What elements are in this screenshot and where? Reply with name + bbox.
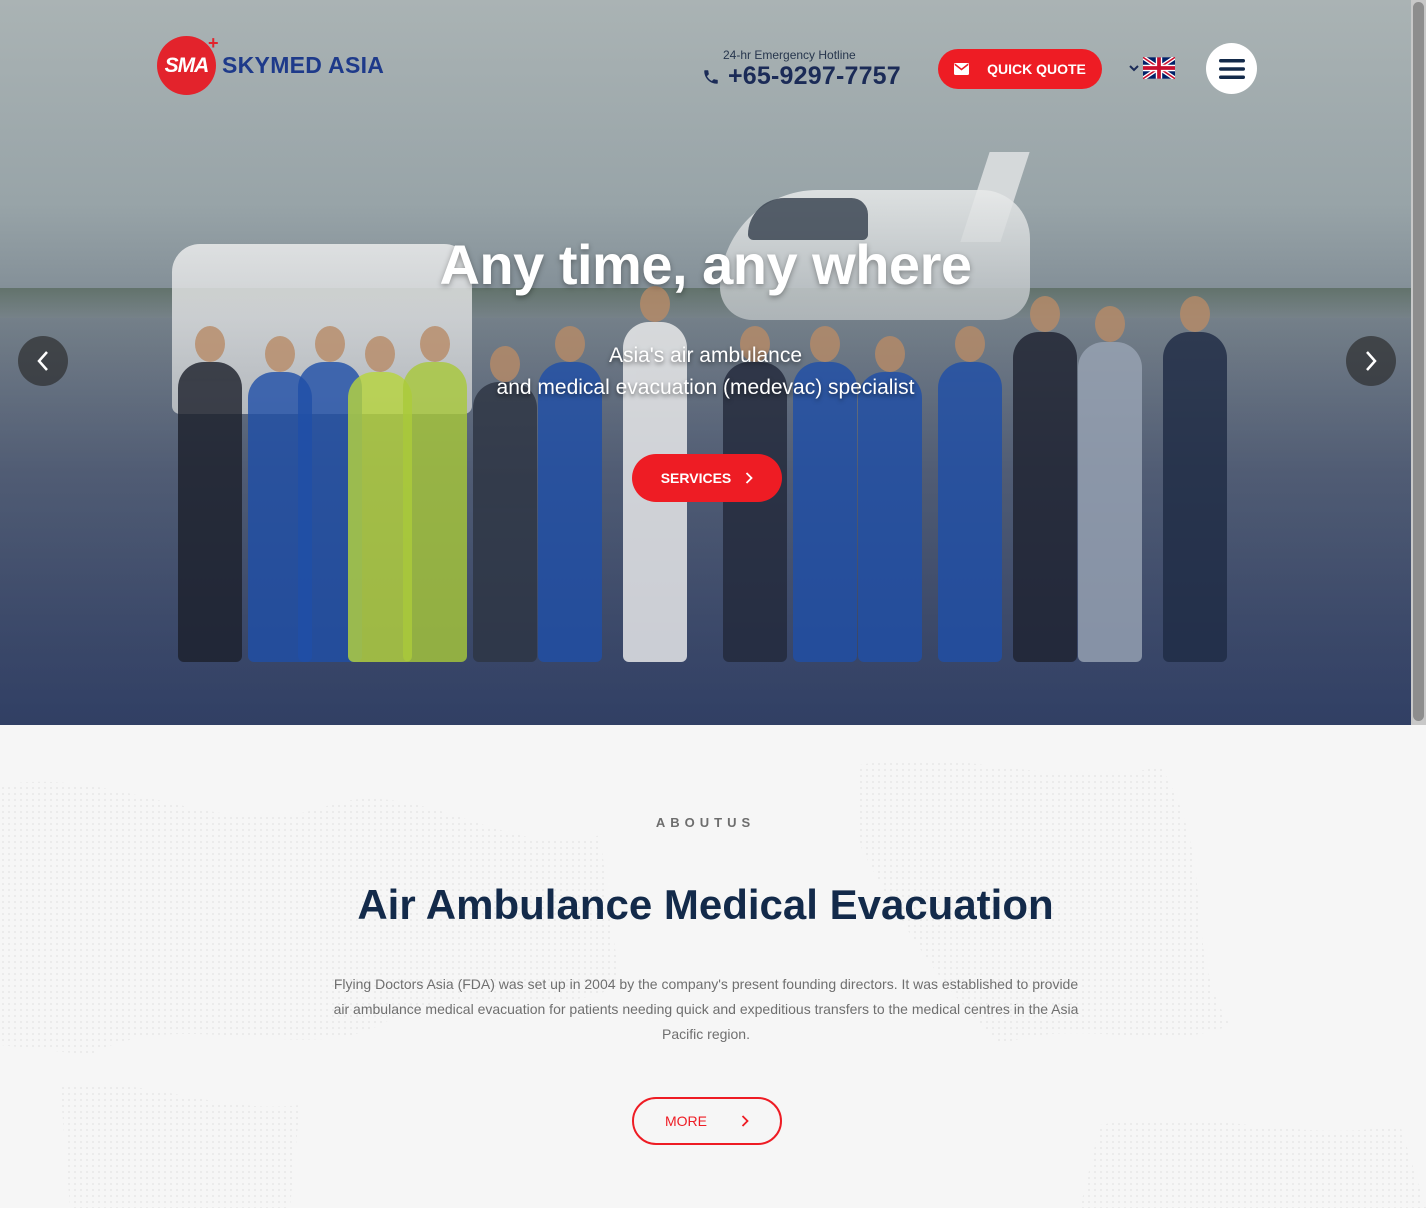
crew-member	[473, 346, 537, 662]
uk-flag-icon	[1143, 57, 1175, 79]
crew-member	[538, 326, 602, 662]
hotline-label: 24-hr Emergency Hotline	[723, 48, 856, 62]
phone-icon	[704, 69, 718, 84]
hotline-phone-link[interactable]: +65-9297-7757	[702, 62, 901, 91]
hero-title: Any time, any where	[439, 233, 972, 296]
crew-member	[793, 326, 857, 662]
about-text: Flying Doctors Asia (FDA) was set up in …	[333, 976, 1079, 1042]
crew-member-head	[1095, 306, 1125, 342]
about-section: ABOUTUS Air Ambulance Medical Evacuation…	[0, 725, 1426, 1208]
chevron-left-icon	[37, 351, 48, 371]
crew-member	[723, 326, 787, 662]
hero-subtitle: Asia's air ambulance and medical evacuat…	[0, 340, 1411, 404]
services-button[interactable]: SERVICES	[632, 454, 782, 502]
scrollbar-thumb[interactable]	[1413, 2, 1424, 721]
more-button[interactable]: MORE	[632, 1097, 782, 1145]
slider-next-button[interactable]	[1346, 336, 1396, 386]
about-kicker: ABOUTUS	[655, 815, 756, 830]
crew-member	[403, 326, 467, 662]
logo-text[interactable]: SKYMED ASIA	[222, 52, 384, 79]
hero-slider: SMA + SKYMED ASIA 24-hr Emergency Hotlin…	[0, 0, 1411, 725]
crew-member	[938, 326, 1002, 662]
quick-quote-button[interactable]: QUICK QUOTE	[938, 49, 1102, 89]
menu-button[interactable]	[1206, 43, 1257, 94]
chevron-down-icon	[1129, 65, 1139, 72]
chevron-right-icon	[1366, 351, 1377, 371]
crew-member	[178, 326, 242, 662]
crew-member-head	[1030, 296, 1060, 332]
services-label: SERVICES	[660, 470, 732, 486]
slider-prev-button[interactable]	[18, 336, 68, 386]
hamburger-icon	[1218, 58, 1245, 79]
about-title: Air Ambulance Medical Evacuation	[357, 881, 1054, 928]
chevron-right-icon	[746, 472, 754, 484]
language-selector[interactable]	[1129, 57, 1175, 79]
envelope-icon	[954, 63, 970, 75]
crew-member-head	[1180, 296, 1210, 332]
hotline-number: +65-9297-7757	[728, 62, 901, 90]
chevron-right-icon	[741, 1115, 749, 1127]
more-label: MORE	[665, 1113, 707, 1129]
crew-member	[858, 336, 922, 662]
hero-subtitle-line2: and medical evacuation (medevac) special…	[496, 376, 915, 399]
hero-subtitle-line1: Asia's air ambulance	[608, 344, 803, 367]
logo-mark-text: SMA	[164, 53, 210, 77]
logo-plus-icon: +	[208, 33, 219, 53]
quick-quote-label: QUICK QUOTE	[987, 61, 1086, 77]
